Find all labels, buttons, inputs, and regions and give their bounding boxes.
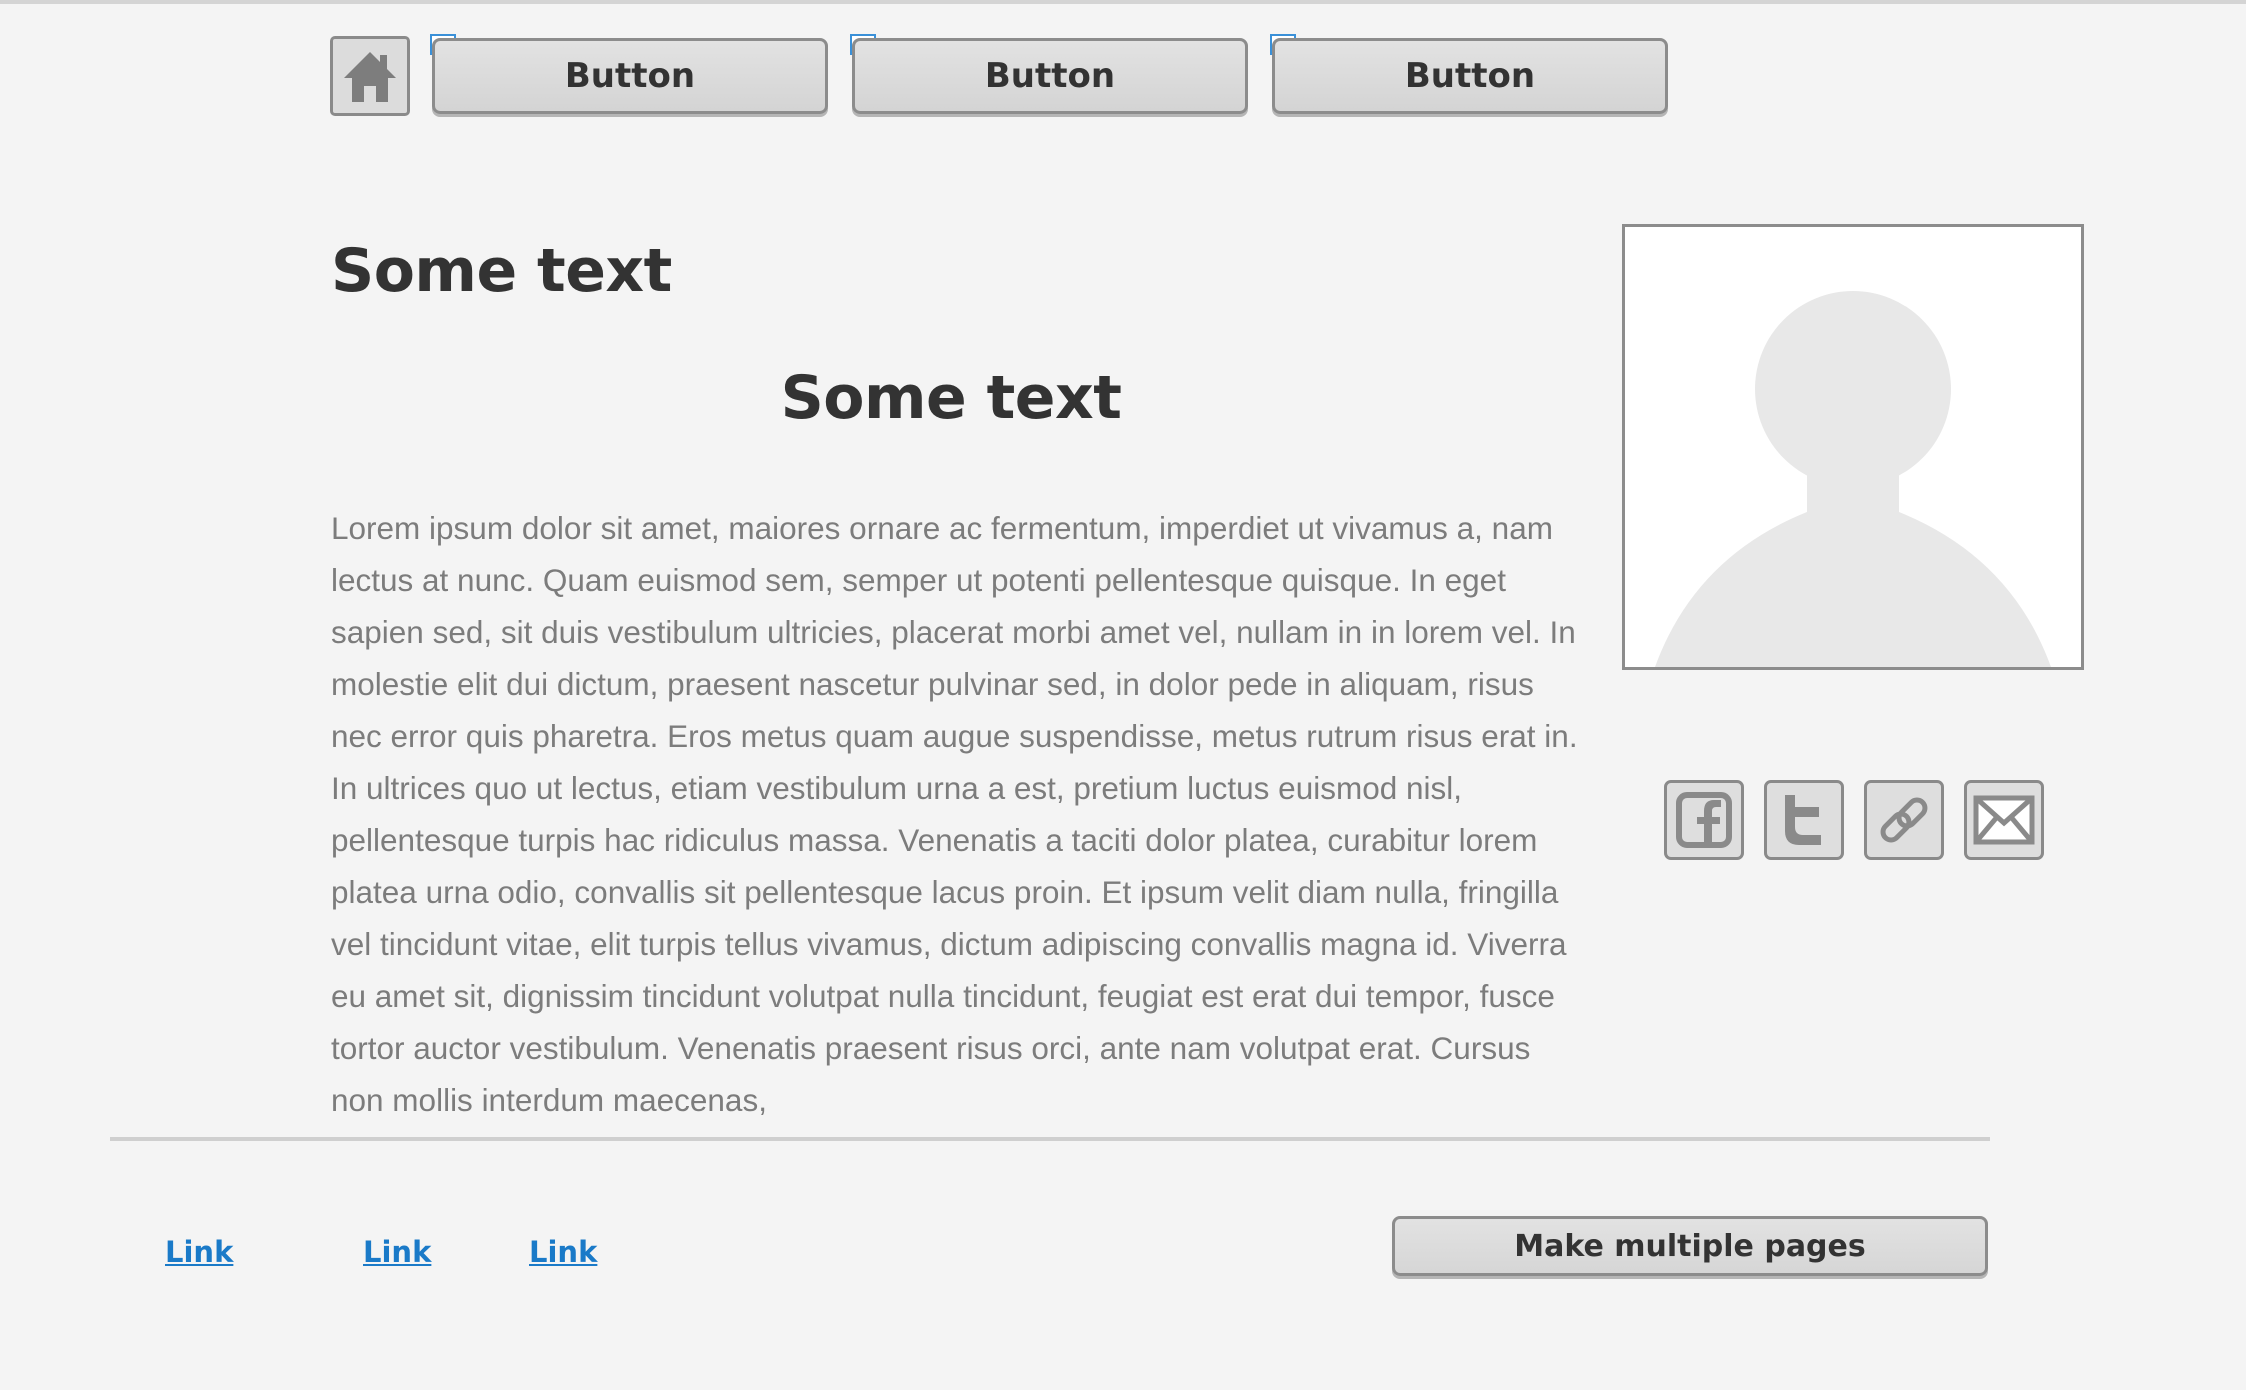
- section-title: Some text: [780, 363, 1122, 433]
- top-rule: [0, 0, 2246, 4]
- twitter-button[interactable]: [1764, 780, 1844, 860]
- person-placeholder-icon: [1655, 291, 2051, 667]
- nav-button-3[interactable]: Button: [1272, 38, 1668, 114]
- nav-button-2[interactable]: Button: [852, 38, 1248, 114]
- footer-link-2[interactable]: Link: [363, 1235, 431, 1269]
- nav-button-1[interactable]: Button: [432, 38, 828, 114]
- twitter-icon: [1785, 795, 1821, 845]
- mail-icon: [1973, 795, 2035, 845]
- image-placeholder: [1622, 224, 2084, 670]
- home-icon: [344, 52, 396, 102]
- facebook-button[interactable]: [1664, 780, 1744, 860]
- facebook-icon: [1676, 792, 1732, 848]
- home-button[interactable]: [330, 36, 410, 116]
- link-button[interactable]: [1864, 780, 1944, 860]
- make-multiple-pages-button[interactable]: Make multiple pages: [1392, 1216, 1988, 1276]
- footer-link-1[interactable]: Link: [165, 1235, 233, 1269]
- page-title: Some text: [331, 236, 672, 306]
- link-icon: [1880, 797, 1928, 843]
- body-paragraph: Lorem ipsum dolor sit amet, maiores orna…: [331, 510, 1578, 1118]
- footer-link-3[interactable]: Link: [529, 1235, 597, 1269]
- email-button[interactable]: [1964, 780, 2044, 860]
- footer-divider: [110, 1137, 1990, 1141]
